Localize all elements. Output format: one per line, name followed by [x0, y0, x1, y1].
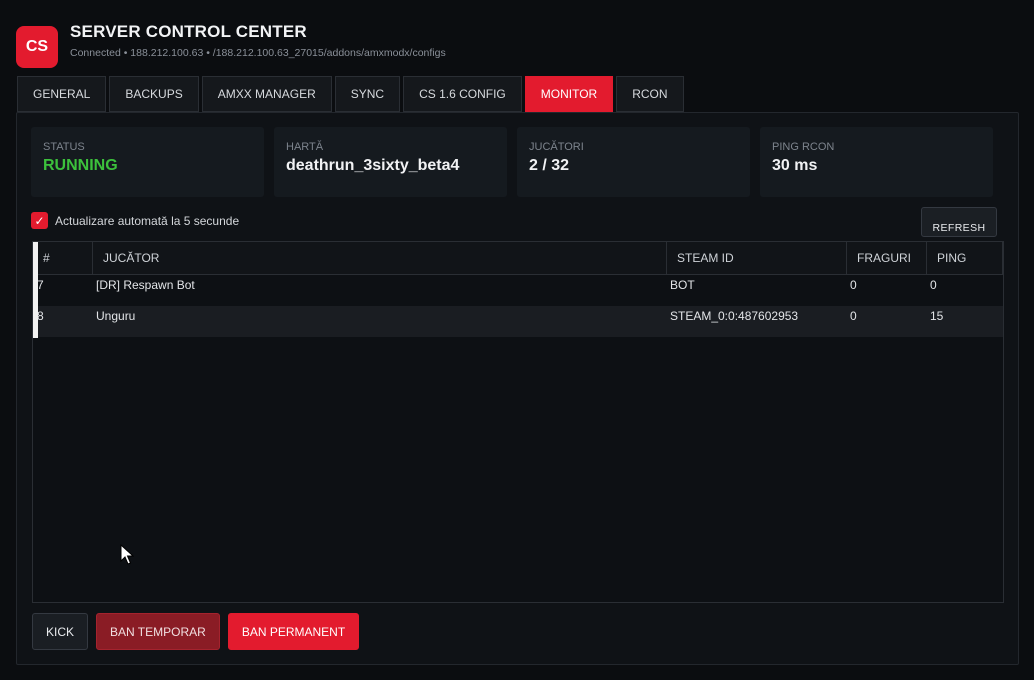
cell-steam-id: STEAM_0:0:487602953 — [670, 309, 799, 323]
table-row[interactable]: 8 Unguru STEAM_0:0:487602953 0 15 — [33, 306, 1003, 337]
tab-amxx-manager[interactable]: AMXX MANAGER — [201, 76, 332, 112]
cell-number: 7 — [37, 278, 44, 292]
tab-rcon[interactable]: RCON — [616, 76, 684, 112]
stat-label: PING RCON — [772, 141, 835, 153]
col-frags[interactable]: FRAGURI — [847, 242, 927, 274]
col-number[interactable]: # — [33, 242, 93, 274]
stat-players: JUCĂTORI 2 / 32 — [517, 127, 750, 197]
stat-label: JUCĂTORI — [529, 141, 584, 153]
ban-permanent-button[interactable]: BAN PERMANENT — [227, 613, 360, 650]
auto-refresh-row[interactable]: ✓ Actualizare automată la 5 secunde — [31, 212, 239, 229]
tab-backups[interactable]: BACKUPS — [109, 76, 199, 112]
kick-button[interactable]: KICK — [32, 613, 89, 650]
refresh-button[interactable]: REFRESH — [921, 207, 997, 237]
players-table: # JUCĂTOR STEAM ID FRAGURI PING 7 [DR] R… — [32, 241, 1004, 603]
stat-label: HARTĂ — [286, 141, 324, 153]
connection-path: Connected • 188.212.100.63 • /188.212.10… — [70, 47, 446, 59]
cell-frags: 0 — [850, 309, 857, 323]
mouse-cursor-icon — [120, 544, 134, 565]
tab-bar: GENERAL BACKUPS AMXX MANAGER SYNC CS 1.6… — [17, 76, 687, 112]
table-header: # JUCĂTOR STEAM ID FRAGURI PING — [33, 242, 1003, 275]
cell-frags: 0 — [850, 278, 857, 292]
players-value: 2 / 32 — [529, 157, 570, 174]
app-title: SERVER CONTROL CENTER — [70, 22, 307, 41]
auto-refresh-label: Actualizare automată la 5 secunde — [55, 213, 240, 228]
tab-general[interactable]: GENERAL — [17, 76, 107, 112]
monitor-panel: STATUS RUNNING HARTĂ deathrun_3sixty_bet… — [16, 112, 1019, 665]
tab-sync[interactable]: SYNC — [334, 76, 401, 112]
table-row[interactable]: 7 [DR] Respawn Bot BOT 0 0 — [33, 275, 1003, 306]
cell-player: [DR] Respawn Bot — [96, 278, 195, 292]
stat-label: STATUS — [43, 141, 85, 153]
cs-logo: CS — [16, 26, 58, 68]
cell-ping: 15 — [930, 309, 944, 323]
tab-monitor[interactable]: MONITOR — [524, 76, 614, 112]
auto-refresh-checkbox[interactable]: ✓ — [31, 212, 48, 229]
cell-ping: 0 — [930, 278, 937, 292]
stat-ping: PING RCON 30 ms — [760, 127, 993, 197]
status-value: RUNNING — [43, 157, 118, 174]
action-bar: KICK BAN TEMPORAR BAN PERMANENT — [32, 613, 367, 650]
stat-map: HARTĂ deathrun_3sixty_beta4 — [274, 127, 507, 197]
app-header: CS SERVER CONTROL CENTER Connected • 188… — [16, 19, 446, 68]
cell-player: Unguru — [96, 309, 136, 323]
cell-number: 8 — [37, 309, 44, 323]
col-steam-id[interactable]: STEAM ID — [667, 242, 847, 274]
tab-cs16-config[interactable]: CS 1.6 CONFIG — [403, 76, 522, 112]
scroll-indicator — [33, 242, 38, 338]
map-value: deathrun_3sixty_beta4 — [286, 157, 460, 174]
col-player[interactable]: JUCĂTOR — [93, 242, 667, 274]
ban-temporary-button[interactable]: BAN TEMPORAR — [96, 613, 220, 650]
col-ping[interactable]: PING — [927, 242, 1003, 274]
stat-status: STATUS RUNNING — [31, 127, 264, 197]
ping-value: 30 ms — [772, 157, 818, 174]
cell-steam-id: BOT — [670, 278, 695, 292]
